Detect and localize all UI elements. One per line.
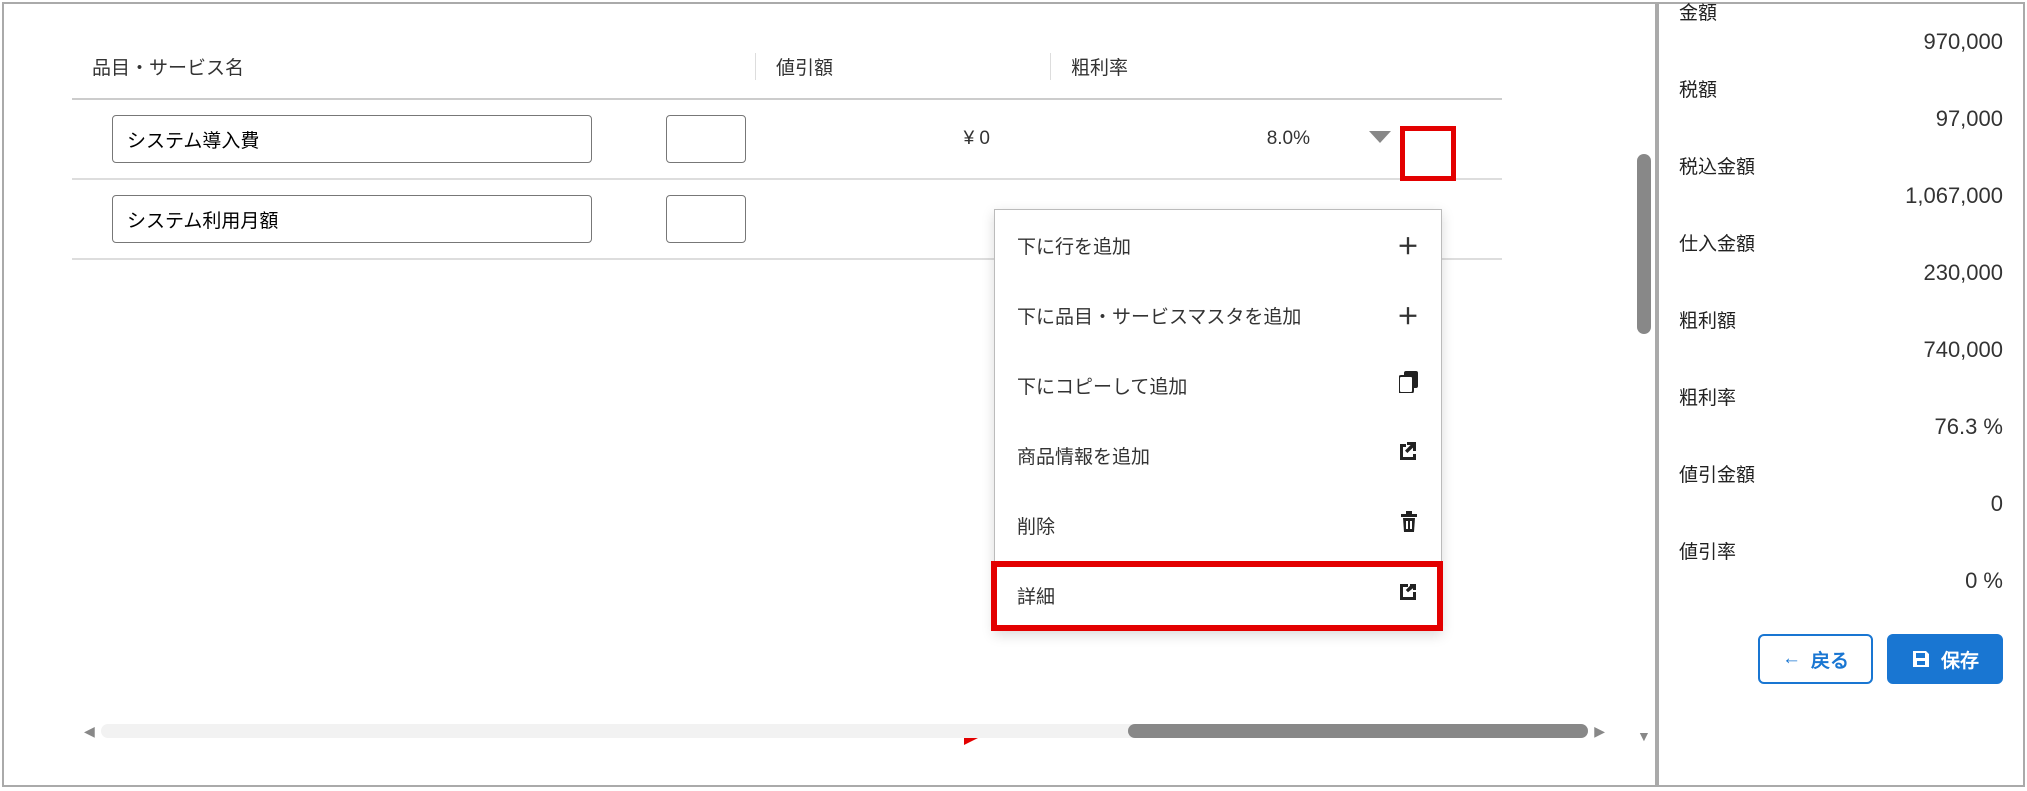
- header-discount: 値引額: [755, 53, 1050, 80]
- item-name-input[interactable]: [112, 115, 592, 163]
- menu-add-master-label: 下に品目・サービスマスタを追加: [1017, 302, 1301, 329]
- row-menu-caret-icon[interactable]: [1369, 131, 1391, 148]
- vertical-scrollbar[interactable]: ▼: [1637, 124, 1651, 724]
- vscroll-thumb[interactable]: [1637, 154, 1651, 334]
- scroll-left-icon[interactable]: ◀: [84, 723, 95, 740]
- amount-label: 金額: [1679, 0, 2003, 25]
- summary-panel: 金額 970,000 税額 97,000 税込金額 1,067,000 仕入金額…: [1657, 4, 2023, 785]
- discount-cell: ¥ 0: [755, 128, 1050, 150]
- discount-rate-value: 0 %: [1679, 568, 2003, 594]
- menu-delete[interactable]: 削除: [995, 490, 1441, 560]
- menu-delete-label: 削除: [1017, 512, 1055, 539]
- menu-add-product-info[interactable]: 商品情報を追加: [995, 420, 1441, 490]
- menu-add-product-info-label: 商品情報を追加: [1017, 442, 1150, 469]
- scroll-right-icon[interactable]: ▶: [1594, 723, 1605, 740]
- profit-label: 粗利額: [1679, 306, 2003, 333]
- discount-rate-label: 値引率: [1679, 537, 2003, 564]
- scroll-track[interactable]: [101, 724, 1588, 738]
- total-label: 税込金額: [1679, 152, 2003, 179]
- discount-amount-value: 0: [1679, 491, 2003, 517]
- item-name-input[interactable]: [112, 195, 592, 243]
- back-button-label: 戻る: [1811, 646, 1849, 673]
- cost-value: 230,000: [1679, 260, 2003, 286]
- back-button[interactable]: ← 戻る: [1758, 634, 1873, 684]
- tax-value: 97,000: [1679, 106, 2003, 132]
- tax-label: 税額: [1679, 75, 2003, 102]
- item-blank-input[interactable]: [666, 115, 746, 163]
- total-value: 1,067,000: [1679, 183, 2003, 209]
- menu-copy-add[interactable]: 下にコピーして追加: [995, 350, 1441, 420]
- item-blank-input[interactable]: [666, 195, 746, 243]
- row-context-menu: 下に行を追加 ＋ 下に品目・サービスマスタを追加 ＋ 下にコピーして追加 商品情…: [994, 209, 1442, 631]
- profit-rate-cell: 8.0%: [1050, 128, 1340, 150]
- table-header-row: 品目・サービス名 値引額 粗利率: [72, 34, 1502, 100]
- menu-detail[interactable]: 詳細: [995, 560, 1441, 630]
- discount-amount-label: 値引金額: [1679, 460, 2003, 487]
- trash-icon: [1399, 511, 1419, 539]
- profit-value: 740,000: [1679, 337, 2003, 363]
- amount-value: 970,000: [1679, 29, 2003, 55]
- copy-icon: [1399, 371, 1419, 399]
- cost-label: 仕入金額: [1679, 229, 2003, 256]
- menu-add-row-label: 下に行を追加: [1017, 232, 1131, 259]
- menu-add-row[interactable]: 下に行を追加 ＋: [995, 210, 1441, 280]
- plus-icon: ＋: [1397, 229, 1419, 261]
- header-profit-rate: 粗利率: [1050, 53, 1340, 80]
- profit-rate-value: 76.3 %: [1679, 414, 2003, 440]
- table-row: ¥ 0 8.0%: [72, 100, 1502, 180]
- arrow-left-icon: ←: [1782, 648, 1801, 670]
- external-link-icon: [1397, 581, 1419, 609]
- header-item-name: 品目・サービス名: [72, 53, 660, 80]
- profit-rate-label: 粗利率: [1679, 383, 2003, 410]
- scroll-down-icon[interactable]: ▼: [1637, 728, 1651, 744]
- save-button[interactable]: 保存: [1887, 634, 2003, 684]
- plus-icon: ＋: [1397, 299, 1419, 331]
- main-panel: 品目・サービス名 値引額 粗利率 ¥ 0 8.0%: [4, 4, 1657, 785]
- menu-copy-add-label: 下にコピーして追加: [1017, 372, 1187, 399]
- scroll-thumb[interactable]: [1128, 724, 1588, 738]
- save-button-label: 保存: [1941, 646, 1979, 673]
- save-icon: [1911, 649, 1931, 669]
- import-icon: [1397, 441, 1419, 469]
- menu-detail-label: 詳細: [1017, 582, 1055, 609]
- menu-add-master[interactable]: 下に品目・サービスマスタを追加 ＋: [995, 280, 1441, 350]
- horizontal-scrollbar[interactable]: ◀ ▶: [84, 721, 1605, 741]
